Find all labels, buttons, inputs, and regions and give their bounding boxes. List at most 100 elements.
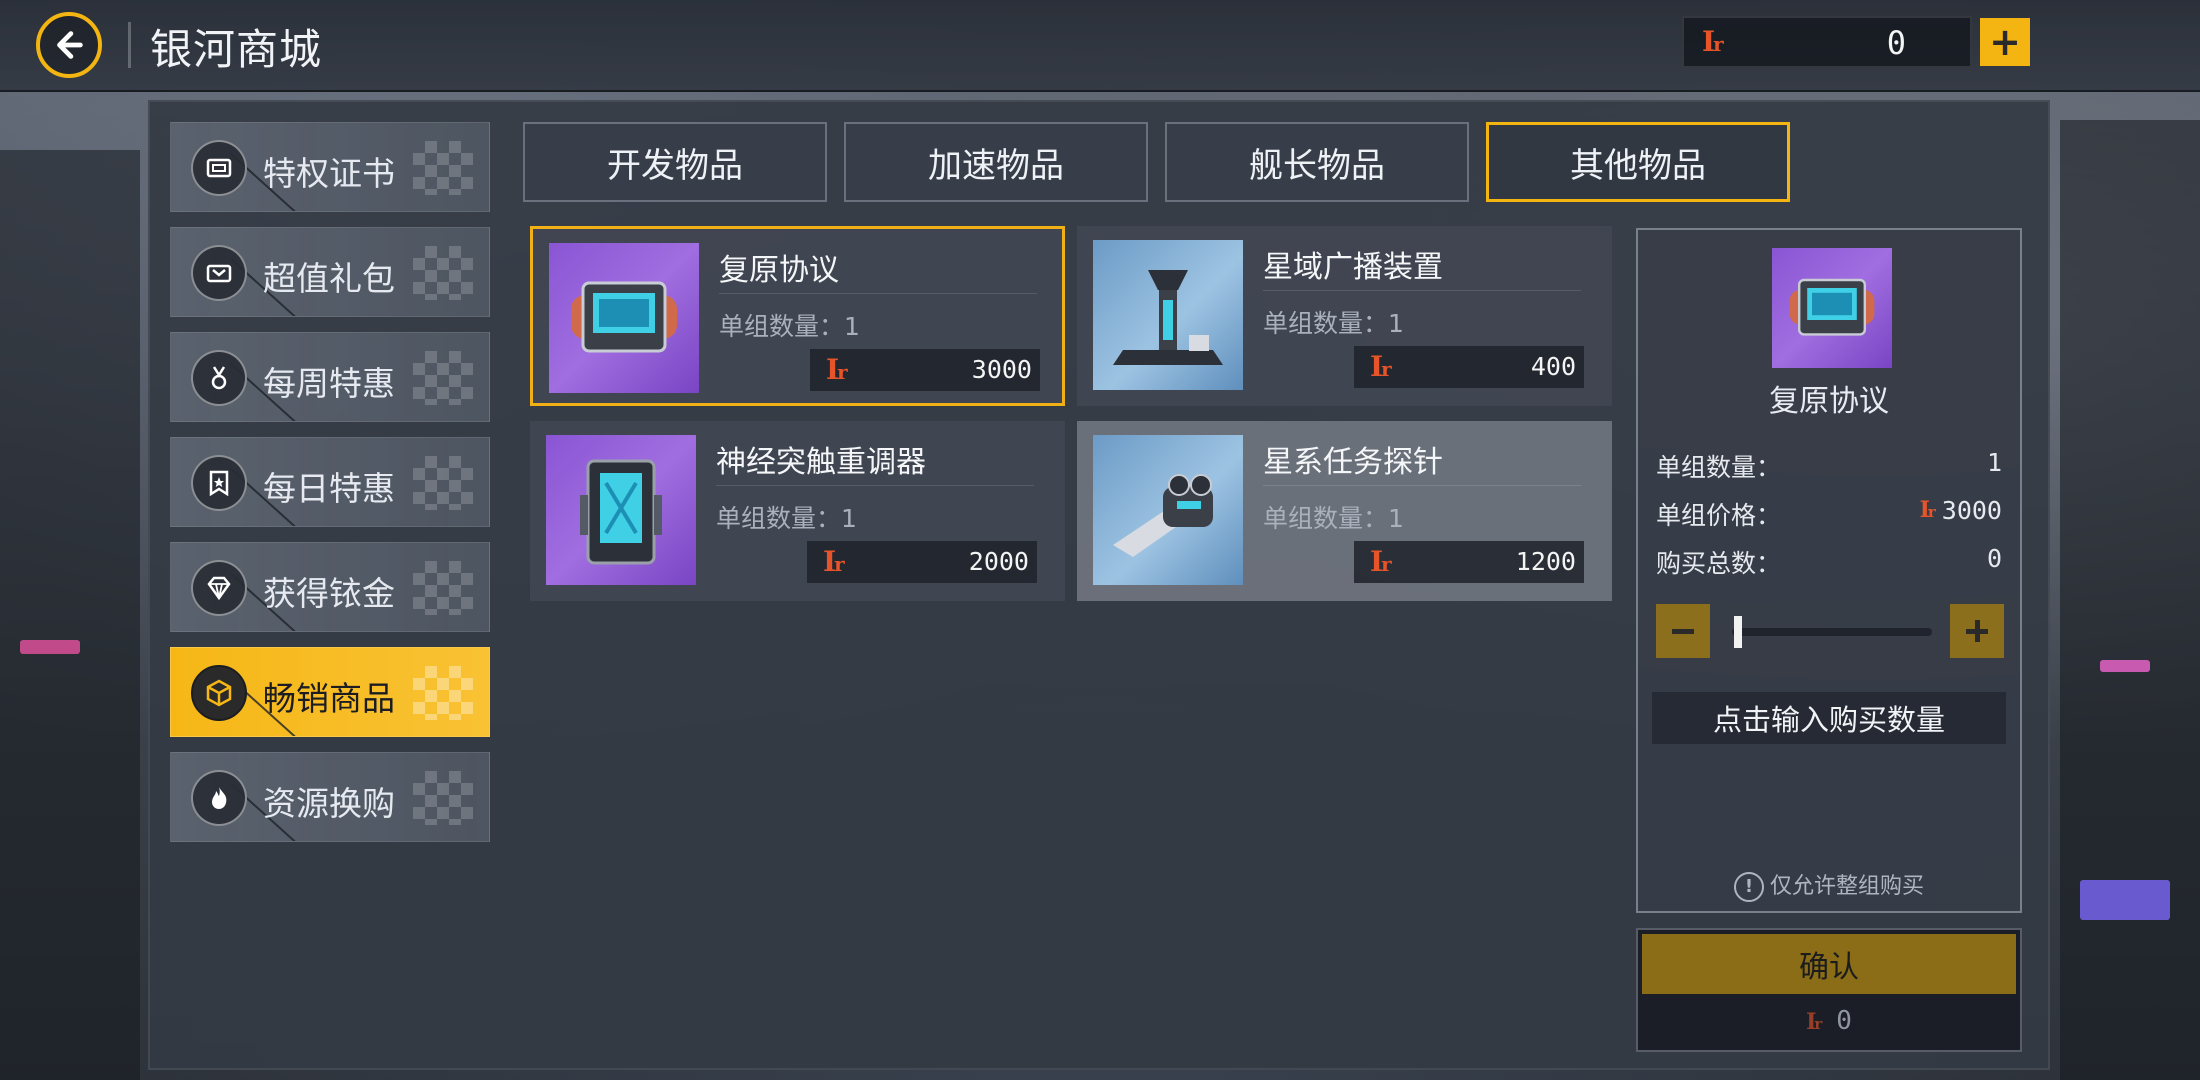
price-tag: Ir 2000 [807, 541, 1037, 583]
item-card-restore-protocol[interactable]: 复原协议 单组数量：1 Ir 3000 [530, 226, 1065, 406]
bundle-only-notice: ! 仅允许整组购买 [1638, 868, 2020, 902]
unit-price-label: 单组价格： [1656, 501, 1782, 530]
iridium-currency-icon: Ir [823, 545, 845, 578]
star-badge-icon [191, 455, 247, 511]
iridium-currency-icon: Ir [1370, 350, 1392, 383]
title-divider [128, 22, 131, 68]
quantity-slider-thumb[interactable] [1734, 616, 1742, 648]
currency-display: Ir 0 [1682, 16, 1972, 68]
sidebar-item-label: 获得铱金 [263, 574, 395, 613]
sidebar-item-resource-exchange[interactable]: 资源换购 [170, 752, 490, 842]
sidebar-item-label: 特权证书 [263, 154, 395, 193]
item-price: 400 [1530, 352, 1576, 381]
sidebar-item-label: 资源换购 [263, 784, 395, 823]
price-tag: Ir 400 [1354, 346, 1584, 388]
add-currency-button[interactable]: + [1980, 18, 2030, 66]
item-card-broadcast-device[interactable]: 星域广播装置 单组数量：1 Ir 400 [1077, 226, 1612, 406]
iridium-currency-icon: Ir [1806, 1009, 1822, 1035]
broadcast-tower-icon [1093, 240, 1243, 390]
price-tag: Ir 3000 [810, 349, 1040, 391]
certificate-icon [191, 140, 247, 196]
total-quantity-value: 0 [1986, 544, 2002, 573]
confirm-area: 确认 Ir 0 [1636, 928, 2022, 1052]
minus-icon [1672, 629, 1694, 634]
item-card-synapse-recalibrator[interactable]: 神经突触重调器 单组数量：1 Ir 2000 [530, 421, 1065, 601]
box-icon [191, 665, 247, 721]
decorative-pattern [413, 666, 473, 720]
tab-development-items[interactable]: 开发物品 [523, 122, 827, 202]
sidebar: 特权证书 超值礼包 每周特惠 每日特惠 获得铱金 畅销商品 资源换购 [170, 122, 490, 857]
confirm-button[interactable]: 确认 [1642, 934, 2016, 994]
info-icon: ! [1733, 872, 1764, 902]
sidebar-item-daily-deals[interactable]: 每日特惠 [170, 437, 490, 527]
item-quantity: 单组数量：1 [716, 504, 857, 533]
item-name: 复原协议 [719, 253, 839, 288]
sidebar-item-label: 超值礼包 [263, 259, 395, 298]
item-quantity: 单组数量：1 [1263, 504, 1404, 533]
item-name: 神经突触重调器 [716, 445, 926, 480]
sidebar-item-label: 每周特惠 [263, 364, 395, 403]
sidebar-item-certificates[interactable]: 特权证书 [170, 122, 490, 212]
unit-price-row: 单组价格： Ir 3000 [1656, 496, 2002, 532]
top-bar: 银河商城 Ir 0 + [0, 0, 2200, 92]
restore-protocol-icon [1772, 248, 1892, 368]
decorative-pattern [413, 771, 473, 825]
diamond-icon [191, 560, 247, 616]
tab-other-items[interactable]: 其他物品 [1486, 122, 1790, 202]
decorative-pattern [413, 456, 473, 510]
gift-pack-icon [191, 245, 247, 301]
item-price: 3000 [971, 355, 1032, 384]
plus-icon [1966, 620, 1988, 642]
tab-captain-items[interactable]: 舰长物品 [1165, 122, 1469, 202]
increase-quantity-button[interactable] [1950, 604, 2004, 658]
divider [1263, 485, 1581, 486]
iridium-currency-icon: Ir [1370, 545, 1392, 578]
sidebar-item-value-packs[interactable]: 超值礼包 [170, 227, 490, 317]
total-quantity-label: 购买总数： [1656, 549, 1782, 578]
notice-text: 仅允许整组购买 [1769, 874, 1924, 899]
restore-protocol-icon [549, 243, 699, 393]
detail-item-name: 复原协议 [1769, 384, 1889, 419]
purchase-detail-panel: 复原协议 单组数量： 1 单组价格： Ir 3000 购买总数： 0 点击输入购买… [1636, 228, 2022, 913]
sidebar-item-label: 每日特惠 [263, 469, 395, 508]
probe-icon [1093, 435, 1243, 585]
decorative-pattern [413, 351, 473, 405]
back-button[interactable] [36, 12, 102, 78]
tab-speedup-items[interactable]: 加速物品 [844, 122, 1148, 202]
quantity-input[interactable]: 点击输入购买数量 [1652, 692, 2006, 744]
item-quantity: 单组数量：1 [1263, 309, 1404, 338]
decorative-pattern [413, 141, 473, 195]
medal-icon [191, 350, 247, 406]
unit-price-value: 3000 [1941, 496, 2002, 525]
sidebar-item-best-sellers[interactable]: 畅销商品 [170, 647, 490, 737]
sidebar-item-label: 畅销商品 [263, 679, 395, 718]
unit-quantity-value: 1 [1986, 448, 2002, 477]
divider [716, 485, 1034, 486]
confirm-cost-value: 0 [1836, 1006, 1852, 1036]
currency-amount: 0 [1886, 24, 1906, 62]
decrease-quantity-button[interactable] [1656, 604, 1710, 658]
synapse-device-icon [546, 435, 696, 585]
unit-quantity-label: 单组数量： [1656, 453, 1782, 482]
item-price: 1200 [1515, 547, 1576, 576]
sidebar-item-weekly-deals[interactable]: 每周特惠 [170, 332, 490, 422]
confirm-total-cost: Ir 0 [1638, 1006, 2020, 1036]
price-tag: Ir 1200 [1354, 541, 1584, 583]
flame-icon [191, 770, 247, 826]
total-quantity-row: 购买总数： 0 [1656, 544, 2002, 580]
decorative-pattern [413, 246, 473, 300]
iridium-currency-icon: Ir [826, 353, 848, 386]
quantity-slider-track[interactable] [1732, 628, 1932, 636]
sidebar-item-get-iridium[interactable]: 获得铱金 [170, 542, 490, 632]
item-price: 2000 [968, 547, 1029, 576]
item-name: 星域广播装置 [1263, 250, 1443, 285]
iridium-currency-icon: Ir [1919, 497, 1936, 523]
item-card-mission-probe[interactable]: 星系任务探针 单组数量：1 Ir 1200 [1077, 421, 1612, 601]
iridium-currency-icon: Ir [1702, 25, 1724, 58]
category-tabs: 开发物品 加速物品 舰长物品 其他物品 [523, 122, 1790, 202]
page-title: 银河商城 [150, 25, 323, 74]
decorative-pattern [413, 561, 473, 615]
unit-quantity-row: 单组数量： 1 [1656, 448, 2002, 484]
item-name: 星系任务探针 [1263, 445, 1443, 480]
divider [1263, 290, 1581, 291]
